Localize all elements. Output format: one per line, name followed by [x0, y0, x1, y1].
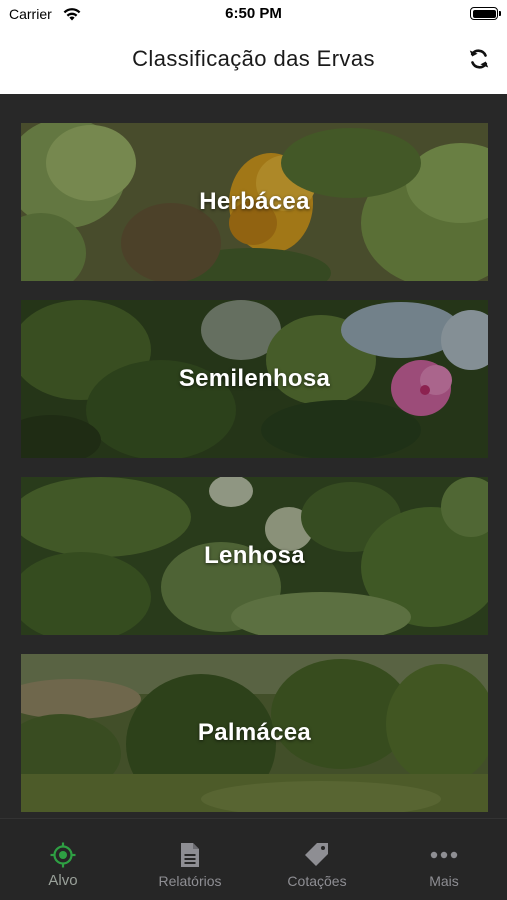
tab-label: Mais — [429, 873, 459, 889]
tab-alvo[interactable]: Alvo — [0, 819, 126, 900]
refresh-button[interactable] — [465, 44, 493, 74]
target-icon — [49, 841, 77, 869]
page-title: Classificação das Ervas — [132, 46, 375, 71]
card-label: Semilenhosa — [178, 365, 331, 392]
tab-cotacoes[interactable]: Cotações — [254, 819, 380, 900]
card-label: Herbácea — [199, 188, 310, 215]
tab-mais[interactable]: Mais — [381, 819, 507, 900]
more-icon — [430, 841, 458, 869]
tab-label: Relatórios — [158, 873, 222, 889]
refresh-icon — [469, 49, 489, 69]
card-lenhosa[interactable]: Lenhosa — [21, 477, 488, 635]
tab-label: Cotações — [287, 873, 347, 889]
tab-label: Alvo — [48, 872, 78, 889]
card-label: Lenhosa — [204, 542, 305, 569]
document-icon — [176, 841, 204, 869]
card-semilenhosa[interactable]: Semilenhosa — [21, 300, 488, 458]
clock: 6:50 PM — [225, 5, 282, 22]
tab-relatorios[interactable]: Relatórios — [127, 819, 253, 900]
card-herbacea[interactable]: Herbácea — [21, 123, 488, 281]
tab-bar: Alvo Relatórios Cotações Mais — [0, 818, 507, 900]
card-label: Palmácea — [197, 719, 312, 746]
card-palmacea[interactable]: Palmácea — [21, 654, 488, 812]
tag-icon — [303, 841, 331, 869]
navigation-bar: Classificação das Ervas — [0, 28, 507, 94]
status-bar: Carrier 6:50 PM — [0, 0, 507, 28]
battery-icon — [470, 7, 501, 20]
herb-classification-list: Herbácea Semilenhosa Lenhosa Palmácea — [0, 94, 507, 818]
